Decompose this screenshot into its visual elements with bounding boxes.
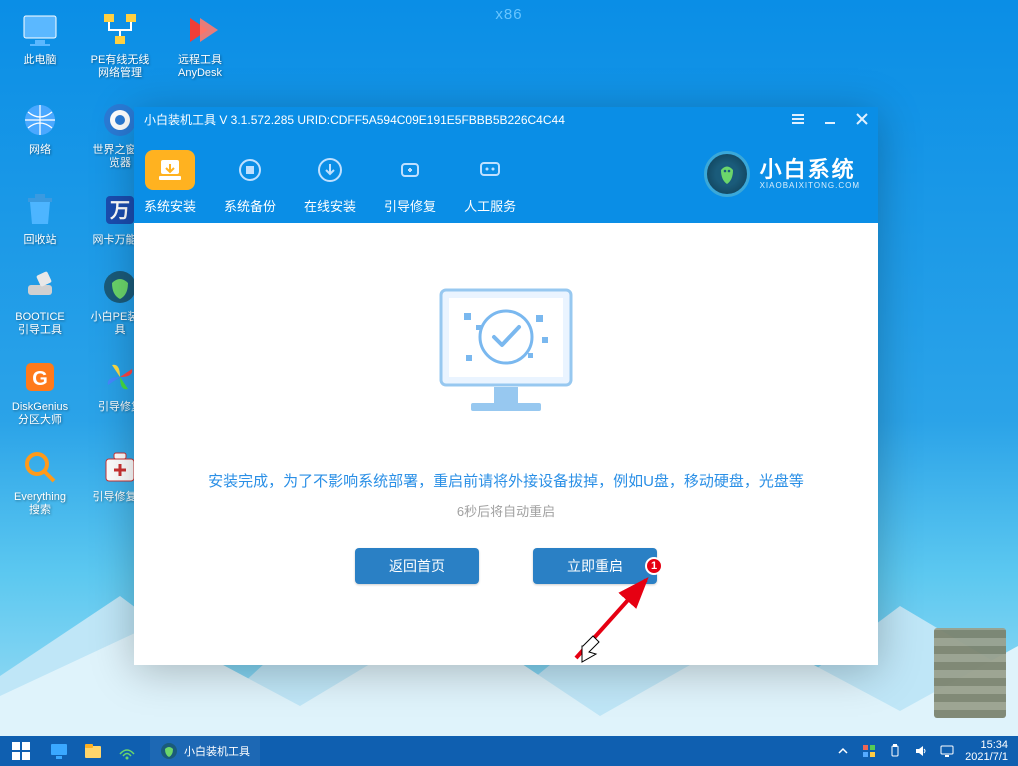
tray-chevron-icon[interactable] [835,743,851,759]
minimize-button[interactable] [822,111,838,127]
taskbar-explorer-icon[interactable] [76,736,110,766]
taskbar-clock[interactable]: 15:34 2021/7/1 [965,739,1008,763]
xiaobai-small-icon [160,742,178,760]
svg-text:G: G [32,368,48,390]
repair-icon [385,150,435,190]
menu-button[interactable] [790,111,806,127]
tab-boot-repair[interactable]: 引导修复 [384,150,436,215]
desktop-icon-diskgenius[interactable]: GDiskGenius分区大师 [10,355,70,427]
brand-url: XIAOBAIXITONG.COM [760,182,860,191]
tray-display-icon[interactable] [939,743,955,759]
tab-system-install[interactable]: 系统安装 [144,150,196,215]
svg-text:万: 万 [109,200,130,222]
tray-volume-icon[interactable] [913,743,929,759]
taskbar-app-xiaobai[interactable]: 小白装机工具 [150,736,260,766]
taskbar-wifi-icon[interactable] [110,736,144,766]
tab-online-install[interactable]: 在线安装 [304,150,356,215]
annotation-badge: 1 [645,557,663,575]
brand-name: 小白系统 [760,158,860,182]
tab-system-backup[interactable]: 系统备份 [224,150,276,215]
success-illustration [416,275,596,440]
back-home-button[interactable]: 返回首页 [355,548,479,584]
desktop-icon-bootice[interactable]: BOOTICE引导工具 [10,265,70,337]
monitor-icon [18,8,62,52]
countdown-text: 6秒后将自动重启 [457,501,555,520]
toolbar-tabs: 系统安装 系统备份 在线安装 引导修复 人工服务 [144,150,516,215]
desktop-icon-pe-network[interactable]: PE有线无线网络管理 [90,8,150,80]
content-area: 安装完成，为了不影响系统部署，重启前请将外接设备拔掉，例如U盘，移动硬盘，光盘等… [134,223,878,665]
system-tray: 15:34 2021/7/1 [835,739,1018,763]
desktop-icon-network[interactable]: 网络 [10,98,70,170]
bootice-icon [18,265,62,309]
close-button[interactable] [854,111,870,127]
desktop-icon-anydesk[interactable]: 远程工具AnyDesk [170,8,230,80]
brand-logo-icon [704,151,750,197]
backup-icon [225,150,275,190]
arch-label: x86 [495,6,522,23]
tray-security-icon[interactable] [861,743,877,759]
download-icon [305,150,355,190]
taskbar: 小白装机工具 15:34 2021/7/1 [0,736,1018,766]
xiaobai-installer-window: 小白装机工具 V 3.1.572.285 URID:CDFF5A594C09E1… [134,107,878,665]
anydesk-icon [178,8,222,52]
start-button[interactable] [0,736,42,766]
network-icon [98,8,142,52]
desktop-icon-everything[interactable]: Everything搜索 [10,445,70,517]
install-icon [145,150,195,190]
search-icon [18,445,62,489]
pixelated-thumbnail [934,628,1006,718]
chat-icon [465,150,515,190]
globe-icon [18,98,62,142]
completion-message: 安装完成，为了不影响系统部署，重启前请将外接设备拔掉，例如U盘，移动硬盘，光盘等 [208,470,804,491]
desktop-icon-this-pc[interactable]: 此电脑 [10,8,70,80]
brand: 小白系统 XIAOBAIXITONG.COM [704,151,860,197]
window-titlebar: 小白装机工具 V 3.1.572.285 URID:CDFF5A594C09E1… [134,107,878,223]
diskgenius-icon: G [18,355,62,399]
window-title: 小白装机工具 V 3.1.572.285 URID:CDFF5A594C09E1… [144,111,565,128]
desktop-icon-recycle-bin[interactable]: 回收站 [10,188,70,247]
tab-manual-service[interactable]: 人工服务 [464,150,516,215]
taskbar-monitor-icon[interactable] [42,736,76,766]
restart-now-button[interactable]: 立即重启 1 [533,548,657,584]
tray-usb-icon[interactable] [887,743,903,759]
trash-icon [18,188,62,232]
